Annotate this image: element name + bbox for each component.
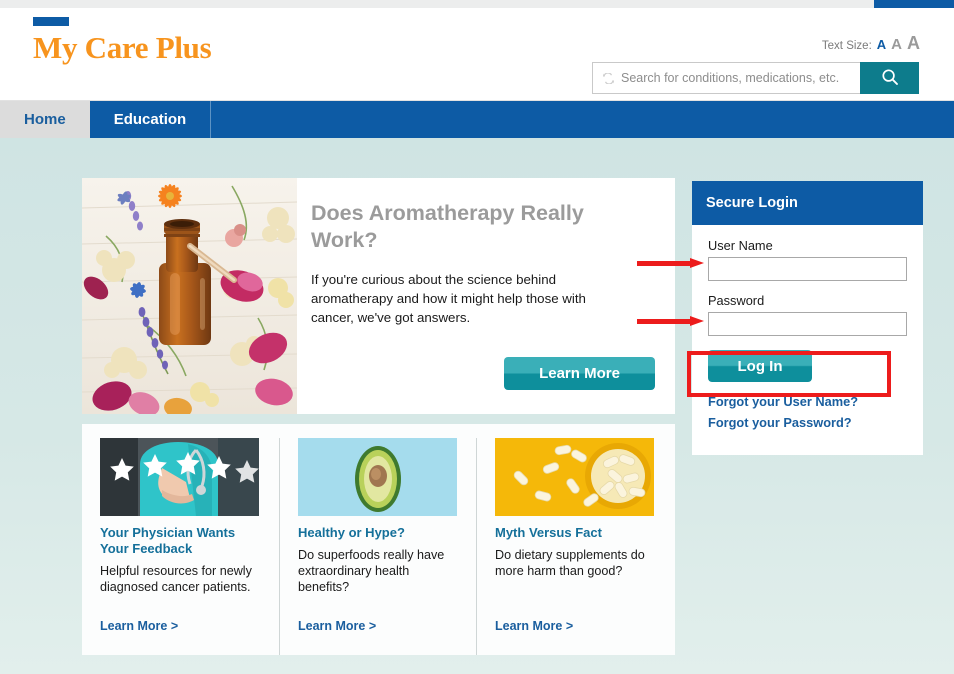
secure-login-panel: Secure Login User Name Password Log In F… <box>692 181 923 455</box>
hero-description: If you're curious about the science behi… <box>311 272 586 325</box>
nav-divider <box>210 101 212 138</box>
password-label: Password <box>708 293 765 308</box>
password-input[interactable] <box>708 312 907 336</box>
hero-card: Does Aromatherapy Really Work? If you're… <box>82 178 675 414</box>
hero-image <box>82 178 297 414</box>
main-nav: Home Education <box>0 101 954 138</box>
card-text: Do dietary supplements do more harm than… <box>495 548 645 578</box>
nav-item-education[interactable]: Education <box>90 101 211 138</box>
card-text: Helpful resources for newly diagnosed ca… <box>100 564 252 594</box>
hero-learn-more-button[interactable]: Learn More <box>504 357 655 390</box>
text-size-small-button[interactable]: A <box>877 38 886 51</box>
card-learn-more-link[interactable]: Learn More > <box>495 619 573 633</box>
log-in-button[interactable]: Log In <box>708 350 812 382</box>
card-image-myth-versus-fact <box>495 438 654 516</box>
site-header: My Care Plus Text Size: A A A <box>0 8 954 101</box>
text-size-label: Text Size: <box>821 40 872 52</box>
card-text: Do superfoods really have extraordinary … <box>298 548 445 594</box>
search-input[interactable] <box>619 63 860 93</box>
card-learn-more-link[interactable]: Learn More > <box>298 619 376 633</box>
site-logo[interactable]: My Care Plus <box>33 17 212 66</box>
login-panel-title: Secure Login <box>692 181 923 225</box>
browser-top-strip <box>0 0 954 8</box>
search-bar <box>592 62 919 94</box>
username-input[interactable] <box>708 257 907 281</box>
nav-item-home[interactable]: Home <box>0 101 90 138</box>
feature-card[interactable]: Your Physician Wants Your Feedback Helpf… <box>82 438 279 655</box>
logo-text: My Care Plus <box>33 30 212 65</box>
card-title: Healthy or Hype? <box>298 525 405 540</box>
text-size-control: Text Size: A A A <box>822 34 920 52</box>
forgot-password-link[interactable]: Forgot your Password? <box>708 415 907 430</box>
broken-image-icon <box>597 63 619 93</box>
card-image-healthy-or-hype <box>298 438 457 516</box>
hero-body: Does Aromatherapy Really Work? If you're… <box>297 178 675 414</box>
logo-bar-icon <box>33 17 69 26</box>
search-icon <box>881 68 899 89</box>
feature-cards: Your Physician Wants Your Feedback Helpf… <box>82 424 675 655</box>
card-learn-more-link[interactable]: Learn More > <box>100 619 178 633</box>
username-label: User Name <box>708 238 773 253</box>
feature-card[interactable]: Healthy or Hype? Do superfoods really ha… <box>279 438 476 655</box>
feature-card[interactable]: Myth Versus Fact Do dietary supplements … <box>476 438 673 655</box>
card-title: Myth Versus Fact <box>495 525 602 540</box>
card-title: Your Physician Wants Your Feedback <box>100 525 236 556</box>
card-image-physician-feedback <box>100 438 259 516</box>
login-form: User Name Password Log In Forgot your Us… <box>692 225 923 430</box>
search-button[interactable] <box>860 62 919 94</box>
text-size-medium-button[interactable]: A <box>891 37 902 52</box>
forgot-username-link[interactable]: Forgot your User Name? <box>708 394 907 409</box>
hero-title: Does Aromatherapy Really Work? <box>311 201 584 252</box>
text-size-large-button[interactable]: A <box>907 34 920 52</box>
